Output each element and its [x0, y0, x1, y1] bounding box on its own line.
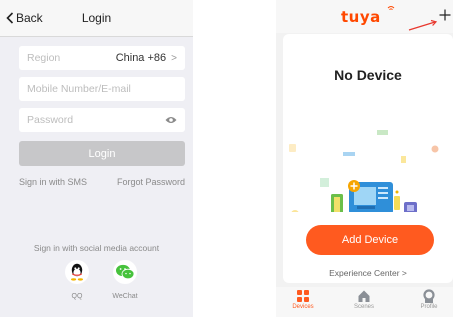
mobile-email-placeholder: Mobile Number/E-mail	[27, 83, 131, 95]
profile-icon	[423, 289, 435, 303]
tab-profile-label: Profile	[420, 304, 438, 310]
devices-icon	[297, 290, 309, 302]
add-icon[interactable]	[439, 9, 451, 21]
pointer-arrow-icon	[408, 19, 438, 31]
tuya-logo: tuya	[341, 8, 381, 26]
wifi-mark-icon	[387, 6, 395, 10]
social-login-title: Sign in with social media account	[33, 243, 160, 253]
login-screen: Back Login Region China +86 > Mobile Num…	[0, 0, 193, 317]
login-button[interactable]: Login	[19, 141, 185, 166]
bottom-tab-bar: Devices Scenes Profile	[276, 287, 453, 317]
home-header: tuya	[276, 0, 453, 33]
mobile-email-field[interactable]: Mobile Number/E-mail	[19, 77, 185, 101]
device-card: No Device Add Device Experience Center >	[283, 34, 453, 283]
chevron-right-icon: >	[171, 52, 177, 64]
sign-in-sms-link[interactable]: Sign in with SMS	[19, 177, 87, 187]
devices-illustration	[289, 130, 439, 212]
no-device-title: No Device	[334, 67, 402, 83]
password-field[interactable]: Password	[19, 108, 185, 132]
login-header: Back Login	[0, 0, 193, 37]
eye-icon[interactable]	[165, 116, 177, 124]
tab-scenes-label: Scenes	[353, 304, 374, 310]
wechat-icon	[116, 264, 135, 280]
tab-scenes[interactable]: Scenes	[342, 289, 386, 310]
page-title: Login	[81, 11, 112, 25]
qq-icon	[71, 263, 83, 281]
region-label: Region	[27, 52, 61, 64]
tab-devices[interactable]: Devices	[281, 289, 325, 310]
wechat-label: WeChat	[112, 293, 138, 300]
region-selector[interactable]: Region China +86 >	[19, 46, 185, 70]
home-screen: tuya No Device Add Device Experience Cen…	[276, 0, 453, 317]
add-device-button[interactable]: Add Device	[306, 225, 434, 255]
tab-devices-label: Devices	[292, 304, 314, 310]
experience-center-link[interactable]: Experience Center >	[283, 268, 453, 278]
wechat-login-button[interactable]	[113, 260, 137, 284]
qq-login-button[interactable]	[65, 260, 89, 284]
password-placeholder: Password	[27, 114, 74, 126]
forgot-password-link[interactable]: Forgot Password	[117, 177, 185, 187]
qq-label: QQ	[71, 293, 83, 300]
region-value: China +86	[115, 52, 167, 64]
home-icon	[358, 290, 370, 302]
tab-profile[interactable]: Profile	[407, 289, 451, 310]
